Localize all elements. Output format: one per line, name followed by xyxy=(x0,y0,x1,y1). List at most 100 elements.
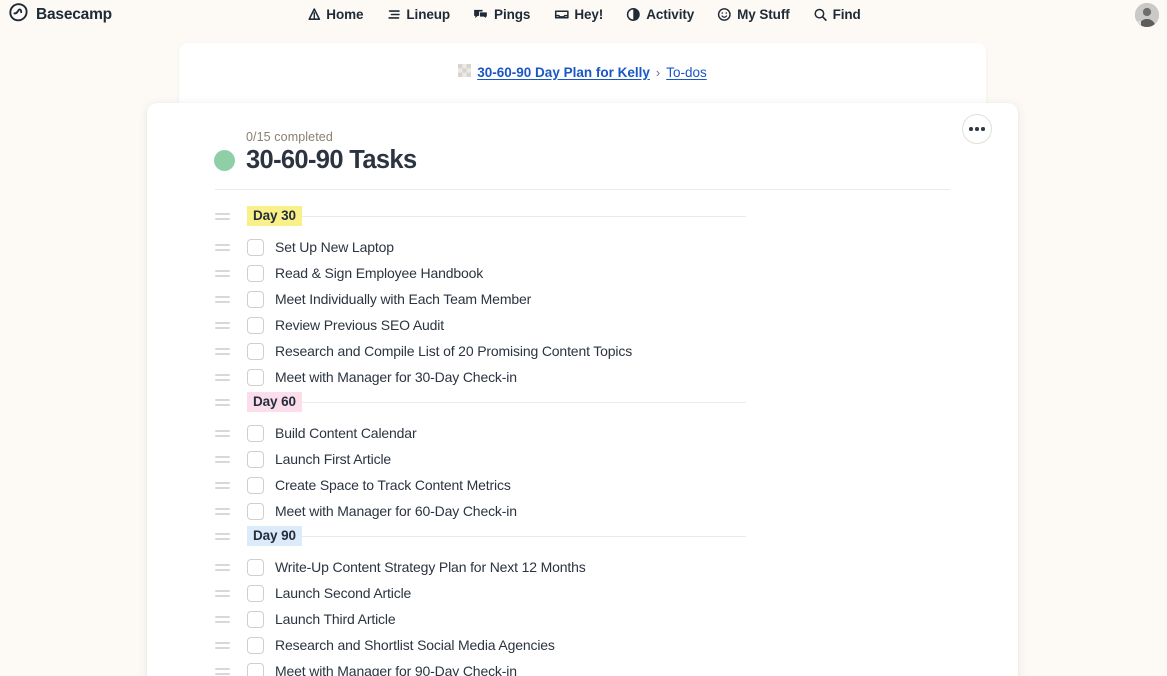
breadcrumb-section-link[interactable]: To-dos xyxy=(666,65,707,80)
ellipsis-dot xyxy=(975,127,979,131)
todo-item: Build Content Calendar xyxy=(147,420,1018,446)
drag-handle-icon[interactable] xyxy=(215,641,230,649)
todo-group-label[interactable]: Day 30 xyxy=(247,206,302,226)
nav-item-lineup[interactable]: Lineup xyxy=(386,7,450,22)
todo-label[interactable]: Write-Up Content Strategy Plan for Next … xyxy=(275,559,586,575)
todo-list: Day 30 Set Up New Laptop Read & Sign Emplo… xyxy=(147,190,1018,676)
todo-label[interactable]: Launch First Article xyxy=(275,451,391,467)
todo-label[interactable]: Research and Compile List of 20 Promisin… xyxy=(275,343,632,359)
nav-item-pings[interactable]: Pings xyxy=(473,7,530,22)
drag-handle-icon[interactable] xyxy=(215,347,230,355)
todolist-card: 0/15 completed 30-60-90 Tasks Day 30 Set … xyxy=(147,103,1018,676)
drag-handle-icon[interactable] xyxy=(215,563,230,571)
todo-item: Create Space to Track Content Metrics xyxy=(147,472,1018,498)
drag-handle-icon[interactable] xyxy=(215,481,230,489)
drag-handle-icon[interactable] xyxy=(215,398,230,406)
handle-bar xyxy=(215,347,230,350)
todo-item: Meet Individually with Each Team Member xyxy=(147,286,1018,312)
todo-group-label[interactable]: Day 60 xyxy=(247,392,302,412)
todo-checkbox[interactable] xyxy=(247,636,264,654)
group-divider xyxy=(301,401,746,403)
handle-bar xyxy=(215,352,230,355)
handle-bar xyxy=(215,615,230,618)
nav-item-my-stuff[interactable]: My Stuff xyxy=(717,7,790,22)
drag-handle-icon[interactable] xyxy=(215,667,230,675)
todo-checkbox[interactable] xyxy=(247,476,264,494)
nav-item-home[interactable]: Home xyxy=(306,7,363,22)
primary-nav: Home Lineup Pings Hey! Activity My Stuff… xyxy=(306,7,861,22)
drag-handle-icon[interactable] xyxy=(215,532,230,540)
todo-label[interactable]: Meet Individually with Each Team Member xyxy=(275,291,531,307)
breadcrumb-separator: › xyxy=(655,64,661,80)
todo-label[interactable]: Launch Second Article xyxy=(275,585,411,601)
handle-bar xyxy=(215,594,230,597)
handle-bar xyxy=(215,373,230,376)
drag-handle-icon[interactable] xyxy=(215,295,230,303)
handle-bar xyxy=(215,620,230,623)
todo-checkbox[interactable] xyxy=(247,558,264,576)
todo-label[interactable]: Review Previous SEO Audit xyxy=(275,317,444,333)
todo-label[interactable]: Set Up New Laptop xyxy=(275,239,394,255)
handle-bar xyxy=(215,455,230,458)
todo-checkbox[interactable] xyxy=(247,610,264,628)
todo-label[interactable]: Launch Third Article xyxy=(275,611,396,627)
drag-handle-icon[interactable] xyxy=(215,212,230,220)
drag-handle-icon[interactable] xyxy=(215,455,230,463)
todo-checkbox[interactable] xyxy=(247,290,264,308)
handle-bar xyxy=(215,300,230,303)
todo-checkbox[interactable] xyxy=(247,502,264,520)
handle-bar xyxy=(215,481,230,484)
breadcrumb-project-link[interactable]: 30-60-90 Day Plan for Kelly xyxy=(477,65,650,80)
todo-label[interactable]: Meet with Manager for 30-Day Check-in xyxy=(275,369,517,385)
avatar[interactable] xyxy=(1135,3,1159,27)
todo-group-label[interactable]: Day 90 xyxy=(247,526,302,546)
drag-handle-icon[interactable] xyxy=(215,615,230,623)
drag-handle-icon[interactable] xyxy=(215,321,230,329)
nav-label: Hey! xyxy=(574,7,604,22)
handle-bar xyxy=(215,274,230,277)
handle-bar xyxy=(215,667,230,670)
todo-checkbox[interactable] xyxy=(247,584,264,602)
nav-label: Lineup xyxy=(406,7,451,22)
handle-bar xyxy=(215,507,230,510)
card-header: 0/15 completed 30-60-90 Tasks xyxy=(147,103,1018,175)
drag-handle-icon[interactable] xyxy=(215,507,230,515)
handle-bar xyxy=(215,512,230,515)
todo-checkbox[interactable] xyxy=(247,450,264,468)
todo-label[interactable]: Create Space to Track Content Metrics xyxy=(275,477,511,493)
drag-handle-icon[interactable] xyxy=(215,269,230,277)
ellipsis-icon[interactable] xyxy=(962,114,992,144)
handle-bar xyxy=(215,434,230,437)
todo-checkbox[interactable] xyxy=(247,264,264,282)
todo-label[interactable]: Research and Shortlist Social Media Agen… xyxy=(275,637,555,653)
todo-item: Research and Shortlist Social Media Agen… xyxy=(147,632,1018,658)
nav-item-find[interactable]: Find xyxy=(813,7,861,22)
nav-item-hey[interactable]: Hey! xyxy=(553,7,603,22)
nav-item-activity[interactable]: Activity xyxy=(626,7,694,22)
drag-handle-icon[interactable] xyxy=(215,589,230,597)
todo-checkbox[interactable] xyxy=(247,316,264,334)
todo-item: Meet with Manager for 60-Day Check-in xyxy=(147,498,1018,524)
title-row: 30-60-90 Tasks xyxy=(214,146,1018,175)
handle-bar xyxy=(215,641,230,644)
todo-checkbox[interactable] xyxy=(247,238,264,256)
handle-bar xyxy=(215,295,230,298)
todo-group-header: Day 30 xyxy=(147,204,1018,228)
brand-logo[interactable]: Basecamp xyxy=(8,2,112,28)
drag-handle-icon[interactable] xyxy=(215,373,230,381)
todo-label[interactable]: Meet with Manager for 60-Day Check-in xyxy=(275,503,517,519)
handle-bar xyxy=(215,243,230,246)
drag-handle-icon[interactable] xyxy=(215,243,230,251)
handle-bar xyxy=(215,568,230,571)
drag-handle-icon[interactable] xyxy=(215,429,230,437)
todo-label[interactable]: Build Content Calendar xyxy=(275,425,417,441)
todo-checkbox[interactable] xyxy=(247,342,264,360)
todo-label[interactable]: Read & Sign Employee Handbook xyxy=(275,265,483,281)
todo-label[interactable]: Meet with Manager for 90-Day Check-in xyxy=(275,663,517,676)
handle-bar xyxy=(215,532,230,535)
todo-checkbox[interactable] xyxy=(247,662,264,676)
todo-checkbox[interactable] xyxy=(247,424,264,442)
todo-checkbox[interactable] xyxy=(247,368,264,386)
handle-bar xyxy=(215,537,230,540)
ellipsis-dot xyxy=(969,127,973,131)
